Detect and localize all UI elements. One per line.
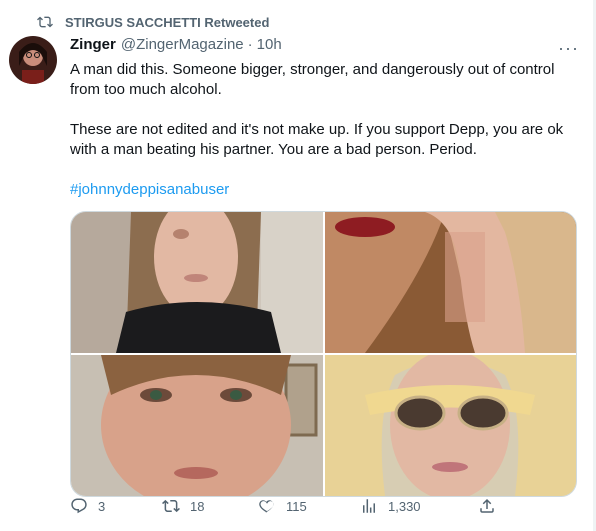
share-button[interactable] bbox=[478, 497, 496, 515]
tweet-text: A man did this. Someone bigger, stronger… bbox=[70, 60, 580, 200]
retweet-count: 18 bbox=[190, 498, 205, 514]
like-count: 115 bbox=[286, 498, 307, 514]
reply-button[interactable]: 3 bbox=[70, 497, 105, 515]
tweet-header: Zinger @ZingerMagazine · 10h bbox=[70, 36, 282, 53]
media-photo-2[interactable] bbox=[325, 212, 576, 353]
retweet-action-icon bbox=[162, 499, 180, 513]
views-button[interactable]: 1,330 bbox=[360, 497, 421, 515]
heart-icon bbox=[259, 500, 274, 513]
media-photo-4[interactable] bbox=[325, 355, 576, 496]
like-button[interactable]: 115 bbox=[258, 497, 307, 515]
reply-icon bbox=[71, 498, 87, 514]
media-photo-1[interactable] bbox=[71, 212, 323, 353]
tweet-time[interactable]: 10h bbox=[257, 36, 282, 53]
share-icon bbox=[480, 498, 494, 513]
retweet-indicator: STIRGUS SACCHETTI Retweeted bbox=[37, 14, 269, 30]
author-handle[interactable]: @ZingerMagazine bbox=[121, 36, 244, 53]
reply-count: 3 bbox=[98, 498, 106, 514]
tweet-paragraph-1: A man did this. Someone bigger, stronger… bbox=[70, 61, 555, 98]
media-photo-3[interactable] bbox=[71, 355, 323, 496]
tweet-paragraph-2: These are not edited and it's not make u… bbox=[70, 121, 564, 158]
separator-dot: · bbox=[247, 36, 253, 53]
avatar[interactable] bbox=[9, 36, 57, 84]
retweet-icon bbox=[37, 16, 53, 28]
bar-chart-icon bbox=[363, 499, 375, 513]
retweet-label[interactable]: STIRGUS SACCHETTI Retweeted bbox=[65, 15, 269, 30]
author-name[interactable]: Zinger bbox=[70, 36, 116, 53]
retweet-button[interactable]: 18 bbox=[162, 497, 204, 515]
view-count: 1,330 bbox=[388, 498, 421, 514]
hashtag-link[interactable]: #johnnydeppisanabuser bbox=[70, 180, 580, 200]
media-grid bbox=[70, 211, 577, 497]
more-options-icon[interactable]: ··· bbox=[558, 38, 579, 59]
